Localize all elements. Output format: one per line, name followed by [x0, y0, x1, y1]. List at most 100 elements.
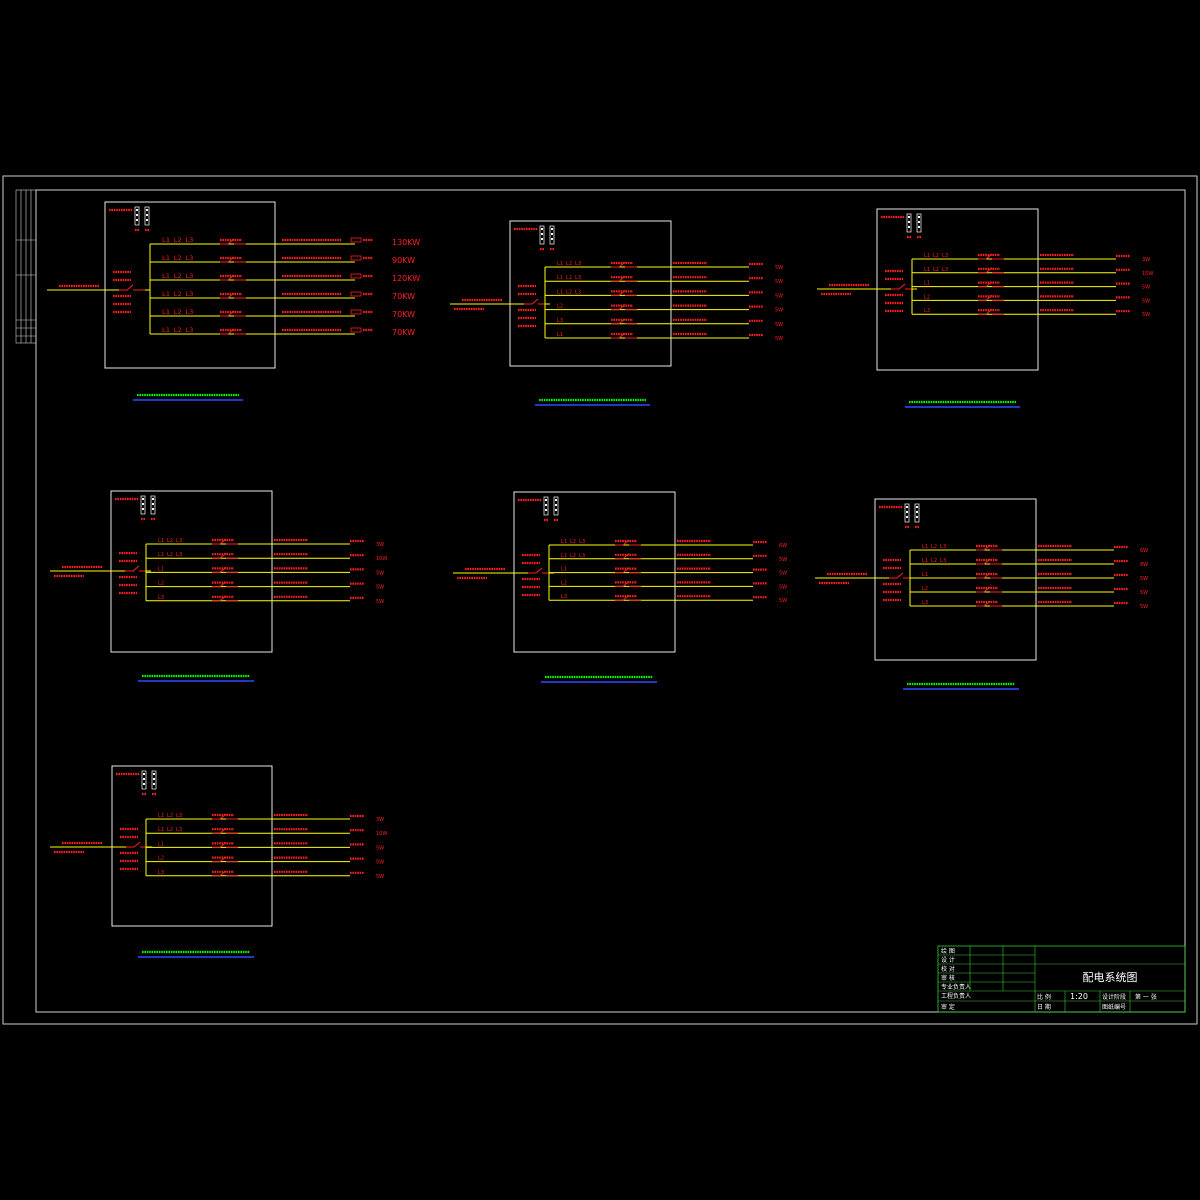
terminal-pin: [555, 509, 557, 511]
load-rating: 6W: [779, 543, 787, 549]
phase-label: L3: [557, 318, 563, 324]
phase-label: L3: [158, 870, 164, 876]
terminal-pin: [152, 503, 154, 505]
terminal-pin: [136, 214, 138, 216]
terminal-pin: [541, 233, 543, 235]
load-rating: 5W: [775, 308, 783, 314]
phase-label: L1 L2 L3: [162, 236, 193, 244]
phase-label: L1: [557, 332, 563, 338]
terminal-pin: [146, 209, 148, 211]
load-rating: 5W: [779, 557, 787, 563]
terminal-pin: [918, 216, 920, 218]
phase-label: L1: [158, 841, 164, 847]
load-rating: 5W: [1142, 312, 1150, 318]
load-rating: 15W: [1142, 271, 1153, 277]
load-rating: 5W: [376, 845, 384, 851]
load-rating: 10W: [376, 556, 387, 562]
phase-label: L1 L2 L3: [924, 267, 948, 273]
phase-label: L1 L2 L3: [162, 254, 193, 262]
load-rating: 5W: [775, 293, 783, 299]
tb-sheet-label: 第 一 张: [1135, 993, 1157, 1001]
tb-scale-value: 1:20: [1070, 992, 1088, 1001]
terminal-pin: [143, 773, 145, 775]
terminal-pin: [908, 221, 910, 223]
terminal-pin: [916, 511, 918, 513]
terminal-pin: [541, 228, 543, 230]
terminal-pin: [916, 516, 918, 518]
terminal-pin: [146, 219, 148, 221]
drawing-title: 配电系统图: [1083, 971, 1138, 984]
terminal-pin: [545, 504, 547, 506]
terminal-pin: [906, 506, 908, 508]
terminal-pin: [545, 509, 547, 511]
load-rating: 5W: [775, 322, 783, 328]
terminal-pin: [541, 238, 543, 240]
terminal-pin: [152, 508, 154, 510]
terminal-pin: [906, 516, 908, 518]
load-rating: 5W: [1140, 576, 1148, 582]
phase-label: L1 L2 L3: [924, 253, 948, 259]
phase-label: L1 L2 L3: [922, 558, 946, 564]
load-rating: 5W: [376, 570, 384, 576]
terminal-pin: [908, 226, 910, 228]
phase-label: L2: [922, 586, 928, 592]
load-rating: 5W: [376, 860, 384, 866]
phase-label: L2: [557, 304, 563, 310]
terminal-pin: [545, 499, 547, 501]
phase-label: L1 L2 L3: [922, 544, 946, 550]
terminal-pin: [143, 778, 145, 780]
terminal-pin: [908, 216, 910, 218]
tb-row-1: 设 计: [941, 956, 955, 964]
phase-label: L2: [158, 856, 164, 862]
terminal-pin: [906, 511, 908, 513]
tb-row-6: 审 定: [941, 1003, 955, 1011]
terminal-pin: [143, 783, 145, 785]
load-rating: 10W: [376, 831, 387, 837]
load-rating: 8W: [1140, 562, 1148, 568]
tb-row-3: 审 核: [941, 974, 955, 982]
load-rating: 5W: [779, 584, 787, 590]
phase-label: L3: [561, 594, 567, 600]
load-rating: 5W: [775, 265, 783, 271]
load-rating: 5W: [1142, 285, 1150, 291]
phase-label: L1 L2 L3: [557, 289, 581, 295]
phase-label: L1 L2 L3: [162, 290, 193, 298]
tb-drawing-no-label: 图纸编号: [1102, 1003, 1126, 1011]
phase-label: L1 L2 L3: [158, 538, 182, 544]
phase-label: L1 L2 L3: [561, 553, 585, 559]
load-rating: 3W: [1142, 257, 1150, 263]
load-rating: 70KW: [392, 328, 415, 337]
terminal-pin: [136, 219, 138, 221]
phase-label: L3: [158, 595, 164, 601]
terminal-pin: [142, 503, 144, 505]
tb-scale-label: 比 例: [1037, 993, 1051, 1001]
terminal-pin: [142, 498, 144, 500]
phase-label: L1: [158, 566, 164, 572]
terminal-pin: [555, 504, 557, 506]
phase-label: L1 L2 L3: [162, 326, 193, 334]
phase-label: L1: [561, 567, 567, 573]
terminal-pin: [146, 214, 148, 216]
phase-label: L1 L2 L3: [162, 308, 193, 316]
tb-date-label: 日 期: [1037, 1003, 1051, 1011]
phase-label: L1 L2 L3: [561, 539, 585, 545]
load-rating: 5W: [1140, 604, 1148, 610]
phase-label: L2: [561, 580, 567, 586]
load-rating: 5W: [779, 598, 787, 604]
terminal-pin: [136, 209, 138, 211]
phase-label: L2: [158, 581, 164, 587]
load-rating: 90KW: [392, 256, 415, 265]
phase-label: L1 L2 L3: [557, 261, 581, 267]
load-rating: 5W: [779, 571, 787, 577]
terminal-pin: [551, 233, 553, 235]
phase-label: L1: [924, 281, 930, 287]
phase-label: L1 L2 L3: [162, 272, 193, 280]
tb-design-stage-label: 设计阶段: [1102, 993, 1126, 1001]
phase-label: L1 L2 L3: [158, 552, 182, 558]
load-rating: 70KW: [392, 292, 415, 301]
terminal-pin: [153, 778, 155, 780]
phase-label: L3: [924, 308, 930, 314]
terminal-pin: [153, 773, 155, 775]
load-rating: 3W: [376, 542, 384, 548]
tb-row-4: 专业负责人: [941, 983, 971, 991]
